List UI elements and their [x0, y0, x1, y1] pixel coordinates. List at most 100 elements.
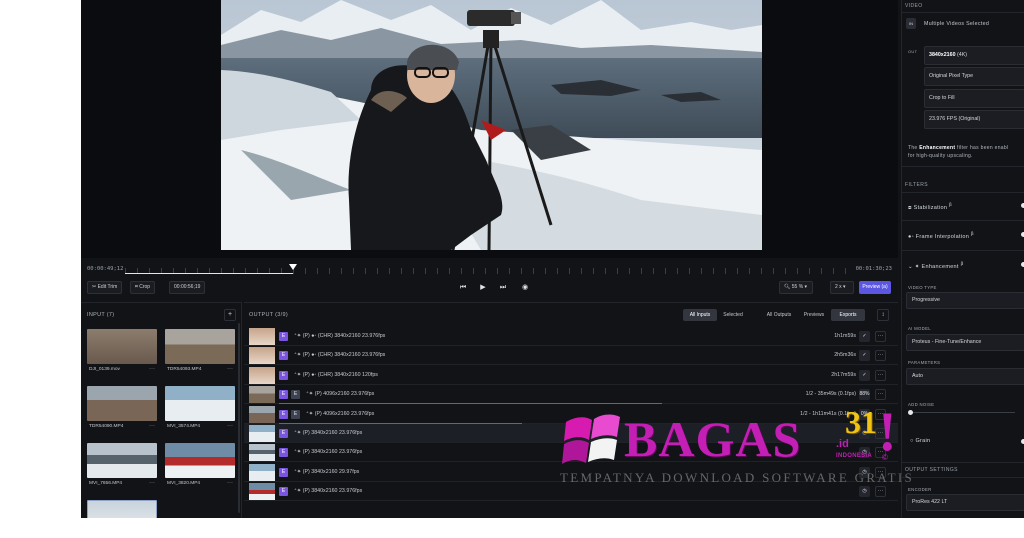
output-row[interactable]: E E ⁺✦ (P) 4096x2160 23.976fps 1/2 - 1h11m4…: [244, 405, 898, 424]
input-scrollbar[interactable]: [238, 323, 240, 513]
filter-all-inputs[interactable]: All Inputs: [683, 309, 717, 321]
output-row[interactable]: E ⁺✦ (P) ●◦ (CHR) 3840x2160 23.976fps 2h5m…: [244, 346, 898, 366]
sort-button[interactable]: ↕: [877, 309, 889, 321]
video-ai-app: 00:00:49;12 00:01:30;23 ✂ Edit Trim ⌗ Cr…: [81, 0, 1024, 518]
output-row[interactable]: E ⁺✦ (P) 3840x2160 23.976fps ◷ ···: [244, 424, 898, 443]
output-thumbnail: [249, 386, 275, 404]
output-row[interactable]: E E ⁺✦ (P) 4096x2160 23.976fps 1/2 - 35m49s…: [244, 385, 898, 405]
row-status[interactable]: 88%: [859, 389, 870, 401]
divider: [902, 462, 1024, 463]
stabilization-filter[interactable]: ⧈ Stabilization β: [908, 202, 952, 212]
enhance-icon: ⁺✦: [294, 488, 303, 495]
row-status[interactable]: ✓: [859, 350, 870, 362]
file-thumbnail: [165, 386, 235, 421]
row-status[interactable]: ◷: [859, 428, 870, 439]
row-status[interactable]: ✓: [859, 369, 870, 381]
in-label: IN: [906, 18, 916, 29]
encoder-select[interactable]: ProRes 422 LT: [906, 494, 1024, 511]
row-status[interactable]: ◷: [859, 447, 870, 459]
filter-selected[interactable]: Selected: [718, 309, 748, 321]
play-icon[interactable]: ▶: [477, 282, 489, 294]
encoder-label: ENCODER: [908, 487, 932, 492]
input-file[interactable]: TDR54090.MP4 ···: [87, 386, 157, 436]
row-status[interactable]: ✓: [859, 331, 870, 342]
fps-select[interactable]: 23.976 FPS (Original): [924, 110, 1024, 129]
output-row[interactable]: E ⁺✦ (P) ●◦ (CHR) 3840x2160 120fps 2h17m59…: [244, 366, 898, 385]
filter-all-outputs[interactable]: All Outputs: [761, 309, 797, 321]
row-time: 2h5m36s: [834, 352, 856, 359]
output-row[interactable]: E ⁺✦ (P) 3840x2160 23.976fps ◷ ···: [244, 443, 898, 463]
more-icon[interactable]: ···: [227, 366, 233, 372]
more-icon[interactable]: ···: [875, 486, 886, 498]
sparkle-icon: ✦: [914, 263, 922, 270]
timeline[interactable]: 00:00:49;12 00:01:30;23: [81, 262, 898, 276]
more-icon[interactable]: ···: [149, 423, 155, 429]
more-icon[interactable]: ···: [149, 366, 155, 372]
input-file[interactable]: TDR54093.MP4 ···: [165, 329, 235, 379]
input-file[interactable]: MVI_3574.MP4 ···: [165, 386, 235, 436]
file-name: TDR54093.MP4: [167, 367, 202, 372]
loop-icon[interactable]: ◉: [519, 282, 531, 294]
row-status[interactable]: ◷: [859, 486, 870, 498]
output-resolution-select[interactable]: 3840x2160 (4K): [924, 46, 1024, 65]
output-thumbnail: [249, 405, 275, 423]
file-thumbnail: [87, 386, 157, 421]
row-status[interactable]: 0%: [859, 408, 870, 420]
row-spec: ⁺✦ (P) 4096x2160 23.976fps: [306, 391, 375, 398]
skip-back-icon[interactable]: ⏮: [457, 282, 469, 294]
skip-forward-icon[interactable]: ⏭: [497, 282, 509, 294]
more-icon[interactable]: ···: [227, 423, 233, 429]
more-icon[interactable]: ···: [875, 408, 886, 420]
noise-slider-handle[interactable]: [908, 410, 913, 415]
output-row[interactable]: E ⁺✦ (P) 3840x2160 23.976fps ◷ ···: [244, 482, 898, 502]
crop-mode-select[interactable]: Crop to Fill: [924, 89, 1024, 108]
pixel-type-select[interactable]: Original Pixel Type: [924, 67, 1024, 86]
speed-select[interactable]: 2 x ▾: [830, 281, 854, 294]
more-icon[interactable]: ···: [875, 466, 886, 478]
edit-trim-button[interactable]: ✂ Edit Trim: [87, 281, 123, 294]
output-row[interactable]: E ⁺✦ (P) 3840x2160 29.97fps ◷ ···: [244, 463, 898, 482]
frame-interpolation-filter[interactable]: ●◦ Frame Interpolation β: [908, 231, 974, 240]
add-input-button[interactable]: +: [224, 309, 236, 321]
preview-button[interactable]: Preview (a): [859, 281, 891, 294]
more-icon[interactable]: ···: [875, 331, 886, 342]
more-icon[interactable]: ···: [875, 428, 886, 439]
row-time: 1/2 - 35m49s (0.1fps): [805, 391, 856, 398]
input-file[interactable]: MVI_7656.MP4 ···: [87, 443, 157, 493]
playback-bar: ✂ Edit Trim ⌗ Crop 00:00:56;19 ⏮ ▶ ⏭ ◉ 🔍…: [81, 280, 898, 296]
output-row[interactable]: E ⁺✦ (P) ●◦ (CHR) 3840x2160 23.976fps 1h1m…: [244, 327, 898, 346]
enhancement-filter[interactable]: ⌄ ✦ Enhancement β: [908, 261, 964, 270]
interpolation-icon: ●◦: [908, 233, 916, 240]
enhance-icon: ⁺✦: [294, 333, 303, 339]
grain-option[interactable]: ○ Grain: [910, 438, 930, 444]
export-badge: E: [279, 332, 288, 341]
more-icon[interactable]: ···: [875, 389, 886, 401]
export-badge: E: [279, 467, 288, 477]
video-type-select[interactable]: Progressive: [906, 292, 1024, 309]
input-file[interactable]: [87, 500, 157, 518]
plus-icon: +: [227, 311, 233, 318]
ai-model-select[interactable]: Proteus - Fine-Tune/Enhance: [906, 334, 1024, 351]
more-icon[interactable]: ···: [149, 480, 155, 486]
more-icon[interactable]: ···: [875, 369, 886, 381]
file-thumbnail: [87, 443, 157, 478]
input-file[interactable]: MVI_3820.MP4 ···: [165, 443, 235, 493]
more-icon[interactable]: ···: [875, 350, 886, 362]
playhead[interactable]: [288, 264, 297, 270]
row-spec: ⁺✦ (P) ●◦ (CHR) 3840x2160 23.976fps: [294, 333, 386, 339]
crop-button[interactable]: ⌗ Crop: [130, 281, 156, 294]
noise-slider-track[interactable]: [910, 412, 1015, 413]
zoom-select[interactable]: 🔍︎ 55 % ▾: [779, 281, 813, 294]
more-icon[interactable]: ···: [227, 480, 233, 486]
preview-frame[interactable]: [221, 0, 762, 250]
filter-previews[interactable]: Previews: [798, 309, 830, 321]
settings-panel: VIDEO IN Multiple Videos Selected OUT 38…: [901, 0, 1024, 518]
timecode-field[interactable]: 00:00:56;19: [169, 281, 206, 294]
export-badge: E: [279, 487, 288, 497]
parameters-select[interactable]: Auto: [906, 368, 1024, 385]
output-thumbnail: [249, 366, 275, 384]
input-file[interactable]: DJI_0139.mov ···: [87, 329, 157, 379]
row-status[interactable]: ◷: [859, 466, 870, 478]
more-icon[interactable]: ···: [875, 447, 886, 459]
filter-exports[interactable]: Exports: [831, 309, 865, 321]
